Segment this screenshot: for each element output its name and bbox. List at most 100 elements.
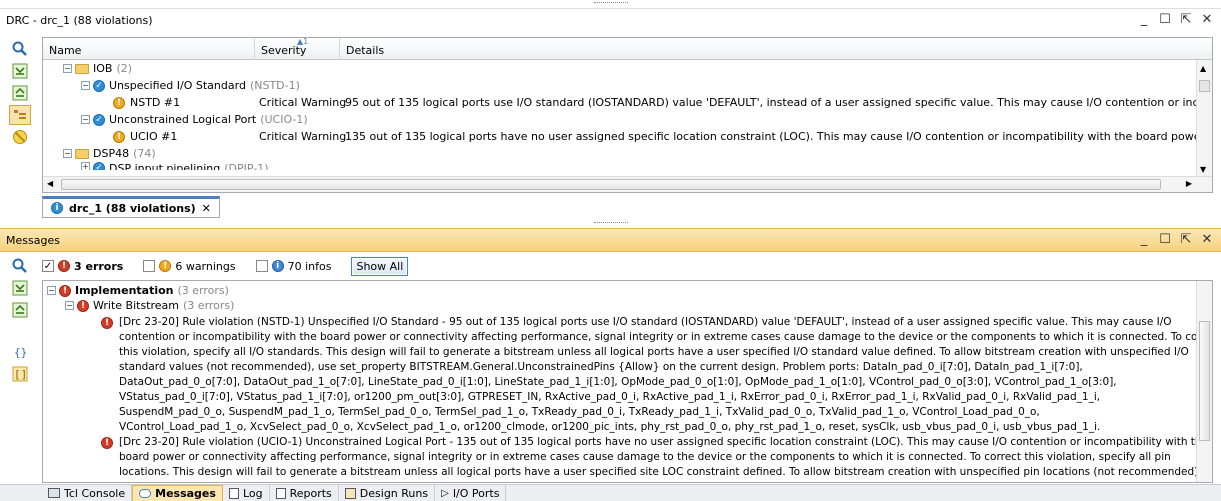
messages-list: − ! Implementation (3 errors) − ! Write … [42, 280, 1213, 483]
table-row[interactable]: ! UCIO #1 Critical Warning 135 out of 13… [43, 128, 1212, 145]
tree-row-dsp48[interactable]: − DSP48 (74) [43, 145, 1212, 162]
collapse-icon[interactable]: − [65, 301, 74, 310]
vertical-scrollbar[interactable]: ▲ ▼ [1196, 60, 1212, 176]
show-all-button[interactable]: Show All [351, 256, 409, 276]
table-row[interactable]: ! NSTD #1 Critical Warning 95 out of 135… [43, 94, 1212, 111]
collapse-icon[interactable]: − [63, 64, 72, 73]
error-icon: ! [58, 260, 70, 272]
scroll-up-icon[interactable]: ▲ [1200, 64, 1206, 73]
tab-io-ports[interactable]: ▷ I/O Ports [435, 485, 507, 501]
check-circle-icon: ✓ [93, 79, 105, 92]
braces-icon[interactable]: {} [9, 342, 31, 362]
column-severity[interactable]: ▲1 Severity [255, 38, 340, 59]
error-icon: ! [77, 299, 89, 312]
tree-row-nstd[interactable]: − ✓ Unspecified I/O Standard (NSTD-1) [43, 77, 1212, 94]
tab-log[interactable]: Log [223, 485, 270, 501]
tab-tcl-console[interactable]: Tcl Console [42, 485, 133, 501]
bottom-tab-bar: Tcl Console Messages Log Reports Design … [0, 484, 1221, 501]
scroll-thumb[interactable] [1199, 321, 1210, 441]
scroll-down-icon[interactable]: ▼ [1200, 165, 1206, 174]
close-tab-icon[interactable]: ✕ [202, 202, 211, 215]
filter-infos[interactable]: i 70 infos [255, 260, 331, 273]
tree-row-implementation[interactable]: − ! Implementation (3 errors) [43, 283, 1212, 298]
tree-row-ucio[interactable]: − ✓ Unconstrained Logical Port (UCIO-1) [43, 111, 1212, 128]
message-filters: ✓ ! 3 errors ! 6 warnings i 70 infos Sho… [42, 256, 409, 276]
scroll-left-icon[interactable]: ◀ [47, 179, 53, 188]
expand-icon[interactable]: + [81, 162, 90, 170]
tree-row-write-bitstream[interactable]: − ! Write Bitstream (3 errors) [43, 298, 1212, 313]
middle-splitter[interactable] [0, 220, 1221, 228]
filter-warnings[interactable]: ! 6 warnings [143, 260, 236, 273]
vertical-scrollbar[interactable] [1196, 281, 1212, 482]
errors-checkbox[interactable]: ✓ [42, 260, 54, 272]
collapse-icon[interactable]: − [63, 149, 72, 158]
column-name[interactable]: Name [43, 38, 255, 59]
message-nstd[interactable]: [Drc 23-20] Rule violation (NSTD-1) Unsp… [119, 315, 1212, 435]
reports-icon [275, 487, 286, 499]
expand-all-icon[interactable] [9, 83, 31, 103]
warning-icon: ! [159, 260, 172, 272]
messages-title: Messages [6, 233, 60, 247]
warnings-checkbox[interactable] [143, 260, 156, 272]
messages-titlebar: Messages _ ☐ ⇱ ✕ [0, 228, 1221, 252]
search-icon[interactable] [9, 256, 31, 276]
drc-tab-icon: i [51, 202, 63, 214]
expand-all-icon[interactable] [9, 300, 31, 320]
io-ports-icon: ▷ [441, 487, 449, 499]
scroll-thumb[interactable] [1199, 80, 1210, 92]
drc-panel: DRC - drc_1 (88 violations) _ ☐ ⇱ ✕ [0, 8, 1221, 32]
minimize-icon[interactable]: _ [1138, 12, 1150, 27]
float-icon[interactable]: ⇱ [1180, 12, 1192, 27]
float-icon[interactable]: ⇱ [1180, 232, 1192, 247]
collapse-all-icon[interactable] [9, 278, 31, 298]
drc-toolbar [0, 37, 40, 147]
table-header: Name ▲1 Severity Details [43, 38, 1212, 60]
messages-toolbar: {} [] [0, 254, 40, 384]
filter-warning-icon[interactable] [9, 127, 31, 147]
folder-icon [75, 63, 89, 74]
horizontal-scrollbar[interactable]: ◀ ▶ [43, 176, 1212, 192]
tab-drc-1[interactable]: i drc_1 (88 violations) ✕ [42, 196, 220, 218]
drc-titlebar: DRC - drc_1 (88 violations) _ ☐ ⇱ ✕ [0, 8, 1221, 32]
group-by-icon[interactable] [9, 105, 31, 125]
svg-text:[]: [] [14, 368, 27, 381]
scroll-thumb[interactable] [61, 179, 1161, 190]
minimize-icon[interactable]: _ [1138, 232, 1150, 247]
collapse-icon[interactable]: − [81, 115, 90, 124]
tab-reports[interactable]: Reports [270, 485, 339, 501]
tree-row-dpip[interactable]: + ✓ DSP input pipelining (DPIP-1) [43, 162, 1212, 170]
search-icon[interactable] [9, 39, 31, 59]
tab-messages[interactable]: Messages [132, 485, 223, 501]
drc-title: DRC - drc_1 (88 violations) [6, 14, 153, 27]
filter-errors[interactable]: ✓ ! 3 errors [42, 260, 123, 273]
infos-checkbox[interactable] [255, 260, 268, 272]
folder-icon [75, 148, 89, 159]
log-icon [228, 487, 239, 499]
info-icon: i [271, 260, 284, 272]
design-runs-icon [344, 487, 356, 499]
column-details[interactable]: Details [340, 38, 1212, 59]
collapse-icon[interactable]: − [47, 286, 56, 295]
tab-design-runs[interactable]: Design Runs [339, 485, 436, 501]
messages-panel: Messages _ ☐ ⇱ ✕ [0, 228, 1221, 252]
top-splitter[interactable] [0, 0, 1221, 8]
scroll-right-icon[interactable]: ▶ [1186, 179, 1192, 188]
message-ucio[interactable]: [Drc 23-20] Rule violation (UCIO-1) Unco… [119, 435, 1212, 480]
tree-row-iob[interactable]: − IOB (2) [43, 60, 1212, 77]
close-icon[interactable]: ✕ [1201, 232, 1213, 247]
error-icon: ! [59, 284, 71, 297]
messages-icon [139, 489, 152, 498]
sort-indicator: ▲1 [297, 37, 309, 46]
check-circle-icon: ✓ [93, 113, 105, 126]
collapse-all-icon[interactable] [9, 61, 31, 81]
check-circle-icon: ✓ [93, 162, 105, 170]
warning-icon: ! [113, 130, 125, 143]
svg-text:{}: {} [14, 346, 27, 359]
error-icon: ! [101, 437, 113, 449]
maximize-icon[interactable]: ☐ [1159, 12, 1171, 27]
warning-icon: ! [113, 96, 125, 109]
close-icon[interactable]: ✕ [1201, 12, 1213, 27]
brackets-icon[interactable]: [] [9, 364, 31, 384]
collapse-icon[interactable]: − [81, 81, 90, 90]
maximize-icon[interactable]: ☐ [1159, 232, 1171, 247]
